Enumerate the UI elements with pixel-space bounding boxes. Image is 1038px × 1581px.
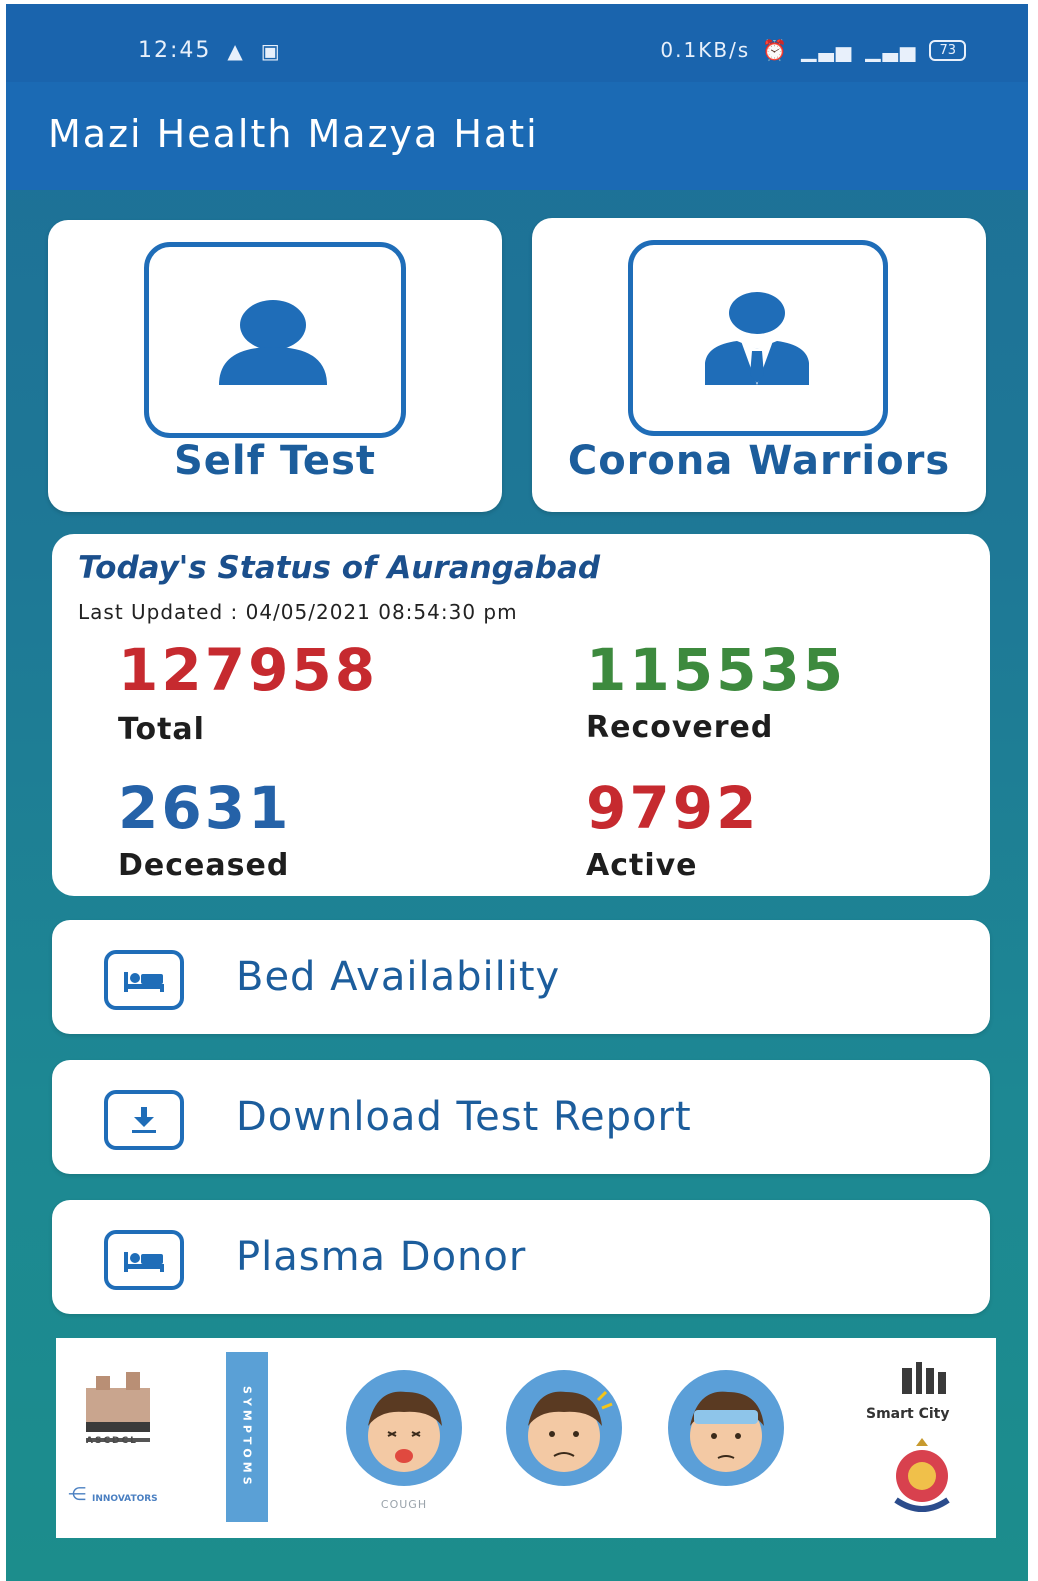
signal-hd-icon: ▁▃▅	[865, 38, 918, 62]
fever-face-glyph	[690, 1391, 764, 1472]
network-speed: 0.1KB/s	[660, 38, 751, 62]
smart-city-label: Smart City	[866, 1406, 950, 1422]
self-test-label: Self Test	[173, 438, 376, 484]
footer-banner: ASCDCL ⋲ INNOVATORS SYMPTOMS COUGH Smart…	[56, 1338, 996, 1538]
person-icon	[219, 300, 327, 385]
bed-availability-button[interactable]: Bed Availability	[52, 920, 990, 1034]
symptoms-strip: SYMPTOMS	[226, 1352, 268, 1522]
status-bar: 12:45 ▲ ▣ 0.1KB/s ⏰ ▁▃▅ ▁▃▅ 73	[6, 4, 1028, 82]
app-screen: 12:45 ▲ ▣ 0.1KB/s ⏰ ▁▃▅ ▁▃▅ 73 Mazi Heal…	[6, 4, 1028, 1581]
status-card: Today's Status of Aurangabad Last Update…	[52, 534, 990, 896]
corona-warriors-tile[interactable]: Corona Warriors	[532, 218, 986, 512]
total-count: 127958	[118, 636, 379, 704]
download-icon	[104, 1090, 184, 1150]
active-count: 9792	[586, 774, 760, 842]
plasma-donor-label: Plasma Donor	[236, 1234, 527, 1280]
municipal-emblem-icon	[894, 1438, 950, 1512]
headache-face-glyph	[528, 1390, 613, 1472]
last-updated: Last Updated : 04/05/2021 08:54:30 pm	[78, 600, 518, 624]
app-bar: Mazi Health Mazya Hati	[6, 82, 1028, 190]
symptoms-label: SYMPTOMS	[240, 1385, 254, 1489]
deceased-count: 2631	[118, 774, 292, 842]
status-title: Today's Status of Aurangabad	[78, 550, 601, 586]
battery-icon: 73	[929, 39, 966, 61]
bed-glyph	[124, 1252, 164, 1272]
smart-city-logo-icon	[902, 1362, 946, 1394]
corona-warriors-icon-frame	[628, 240, 888, 436]
innovators-logo-icon: ⋲	[68, 1484, 86, 1505]
recovered-label: Recovered	[586, 710, 774, 745]
status-bar-left: 12:45 ▲ ▣	[138, 38, 282, 63]
bed-glyph	[124, 972, 164, 992]
plasma-donor-button[interactable]: Plasma Donor	[52, 1200, 990, 1314]
cough-face-icon	[346, 1370, 462, 1486]
download-glyph	[132, 1107, 156, 1133]
corona-warriors-label: Corona Warriors	[567, 438, 951, 484]
bed-icon	[104, 1230, 184, 1290]
bed-availability-label: Bed Availability	[236, 954, 561, 1000]
innovators-logo-text: INNOVATORS	[92, 1494, 158, 1504]
fever-face-icon	[668, 1370, 784, 1486]
deceased-label: Deceased	[118, 848, 290, 883]
alarm-icon: ⏰	[762, 38, 790, 62]
total-label: Total	[118, 712, 205, 747]
signal-icon: ▁▃▅	[801, 38, 854, 62]
bed-icon	[104, 950, 184, 1010]
clock: 12:45	[138, 38, 212, 63]
self-test-icon-frame	[144, 242, 406, 438]
navigation-arrow-icon: ▲	[227, 38, 245, 63]
image-notification-icon: ▣	[260, 38, 282, 63]
headache-face-icon	[506, 1370, 622, 1486]
recovered-count: 115535	[586, 636, 847, 704]
download-test-report-button[interactable]: Download Test Report	[52, 1060, 990, 1174]
active-label: Active	[586, 848, 698, 883]
self-test-tile[interactable]: Self Test	[48, 220, 502, 512]
cough-caption: COUGH	[380, 1498, 428, 1511]
app-title: Mazi Health Mazya Hati	[48, 112, 539, 156]
ascdcl-logo-text: ASCDCL	[86, 1436, 138, 1446]
person-tie-icon	[705, 292, 809, 385]
cough-face-glyph	[368, 1391, 442, 1472]
status-bar-right: 0.1KB/s ⏰ ▁▃▅ ▁▃▅ 73	[660, 38, 966, 62]
download-test-report-label: Download Test Report	[236, 1094, 692, 1140]
